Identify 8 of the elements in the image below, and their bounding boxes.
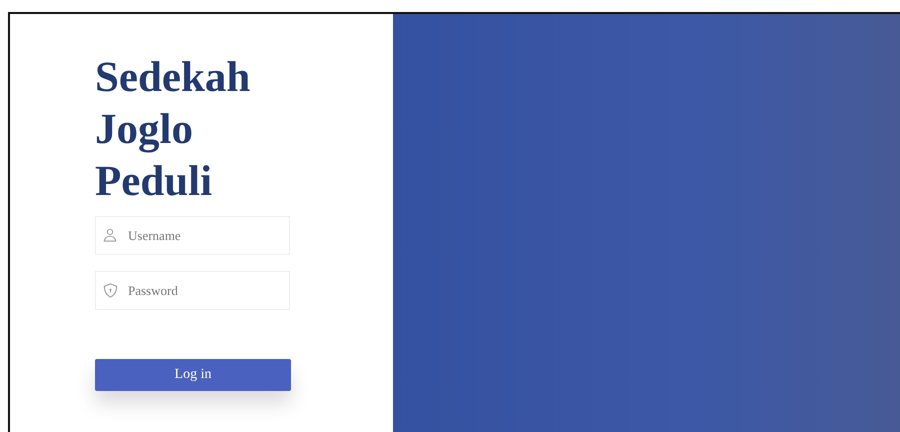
app-title: Sedekah (95, 53, 250, 103)
app-title: Joglo (95, 105, 193, 155)
app-title: Peduli (95, 157, 212, 207)
shield-icon (103, 283, 118, 298)
user-icon (103, 228, 117, 242)
password-field[interactable]: Password (95, 271, 290, 310)
username-field[interactable]: Username (95, 216, 290, 255)
login-button[interactable]: Log in (95, 359, 291, 391)
